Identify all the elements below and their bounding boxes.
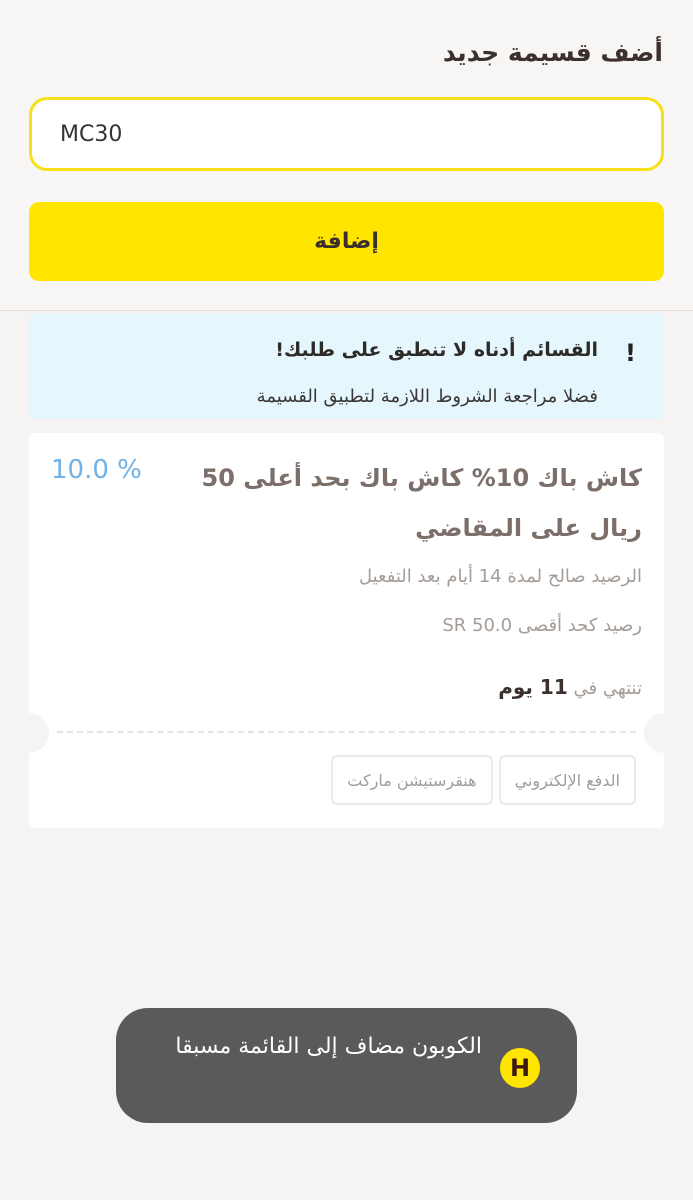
expiry-days: 11 يوم [498,675,568,699]
add-coupon-section: أضف قسيمة جديد إضافة [0,0,693,311]
warning-icon: ! [625,339,636,367]
ticket-notch-right [644,713,684,753]
coupon-code-input[interactable] [29,97,664,171]
toast-text: الكوبون مضاف إلى القائمة مسبقا [175,1034,482,1059]
coupon-card[interactable]: كاش باك 10% كاش باك بحد أعلى 50 ريال على… [9,433,684,828]
coupon-percent: 10.0 % [51,455,142,485]
tag-electronic-payment: الدفع الإلكتروني [498,755,636,805]
expiry-prefix: تنتهي في [573,678,642,699]
coupon-title: كاش باك 10% كاش باك بحد أعلى 50 ريال على… [201,464,642,542]
add-coupon-button[interactable]: إضافة [29,202,664,281]
ticket-notch-left [9,713,49,753]
notice-text: فضلا مراجعة الشروط اللازمة لتطبيق القسيم… [256,386,598,407]
coupon-validity: الرصيد صالح لمدة 14 أيام بعد التفعيل [358,566,642,587]
ticket-divider [57,731,636,733]
tag-hungerstation-market: هنقرستيشن ماركت [331,755,493,805]
coupon-max-balance: رصيد كحد أقصى SR 50.0 [442,615,642,636]
coupon-tags: الدفع الإلكتروني هنقرستيشن ماركت [331,755,636,805]
hungerstation-logo-icon: H [500,1048,540,1088]
section-title: أضف قسيمة جديد [442,38,663,67]
toast-message: الكوبون مضاف إلى القائمة مسبقا H [116,1008,577,1123]
coupon-expiry: تنتهي في 11 يوم [498,675,642,699]
not-applicable-notice: ! القسائم أدناه لا تنطبق على طلبك! فضلا … [29,313,664,419]
notice-title: القسائم أدناه لا تنطبق على طلبك! [275,339,598,361]
